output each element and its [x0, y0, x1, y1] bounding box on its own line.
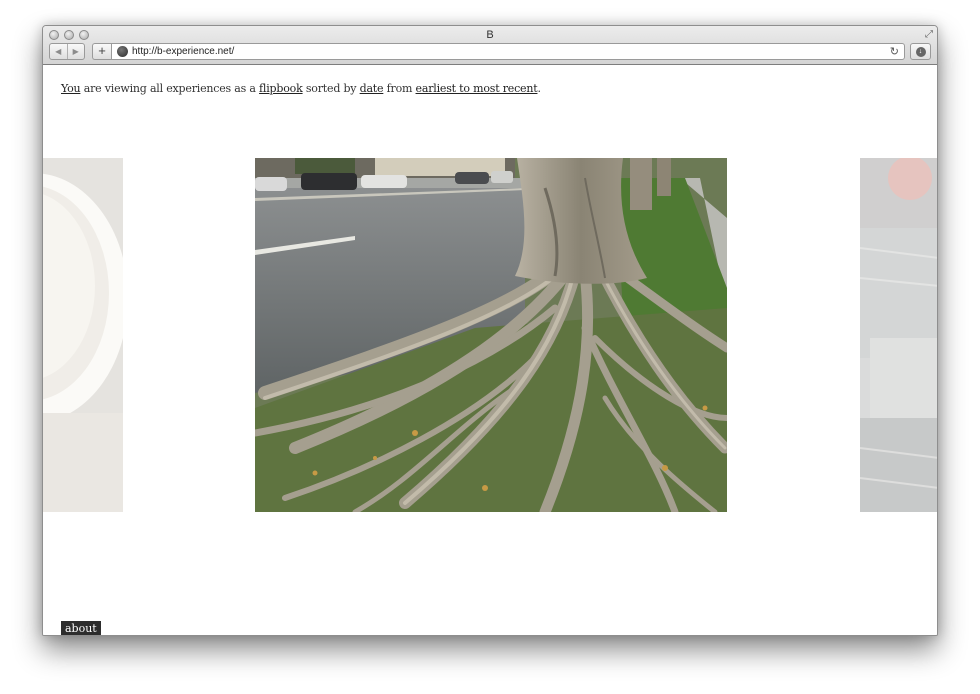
intro-text-2: sorted by: [302, 82, 360, 95]
add-bookmark-button[interactable]: +: [92, 43, 111, 60]
order-link[interactable]: earliest to most recent: [416, 82, 538, 95]
forward-button[interactable]: ▶: [66, 44, 85, 59]
reload-icon[interactable]: ↻: [890, 45, 899, 58]
back-button[interactable]: ◀: [50, 44, 67, 59]
fullscreen-icon[interactable]: ⤢: [925, 29, 933, 40]
download-icon: ↓: [915, 46, 926, 57]
about-tab[interactable]: about: [61, 621, 101, 635]
intro-text-3: from: [383, 82, 416, 95]
next-photo[interactable]: [860, 158, 937, 512]
browser-window: B ⤢ ◀ ▶ + http://b-experience.net/ ↻ ↓ Y…: [42, 25, 938, 636]
you-link[interactable]: You: [61, 82, 81, 95]
browser-chrome: B ⤢ ◀ ▶ + http://b-experience.net/ ↻ ↓: [43, 26, 937, 65]
flipbook-link[interactable]: flipbook: [259, 82, 303, 95]
url-text[interactable]: http://b-experience.net/: [132, 46, 234, 57]
browser-toolbar: ◀ ▶ + http://b-experience.net/ ↻ ↓: [49, 43, 931, 61]
back-arrow-icon: ◀: [55, 47, 62, 56]
intro-text-1: are viewing all experiences as a: [80, 82, 260, 95]
history-nav: ◀ ▶: [49, 43, 85, 60]
globe-icon: [117, 46, 128, 57]
current-photo[interactable]: [255, 158, 727, 512]
intro-text-4: .: [537, 82, 541, 95]
window-title: B: [486, 29, 494, 41]
intro-sentence: You are viewing all experiences as a fli…: [61, 82, 541, 95]
plus-icon: +: [98, 43, 106, 58]
date-link[interactable]: date: [360, 82, 384, 95]
page-content: You are viewing all experiences as a fli…: [43, 65, 937, 635]
address-bar[interactable]: http://b-experience.net/ ↻: [111, 43, 905, 60]
forward-arrow-icon: ▶: [72, 47, 79, 56]
previous-photo[interactable]: [43, 158, 123, 512]
downloads-button[interactable]: ↓: [910, 43, 931, 60]
